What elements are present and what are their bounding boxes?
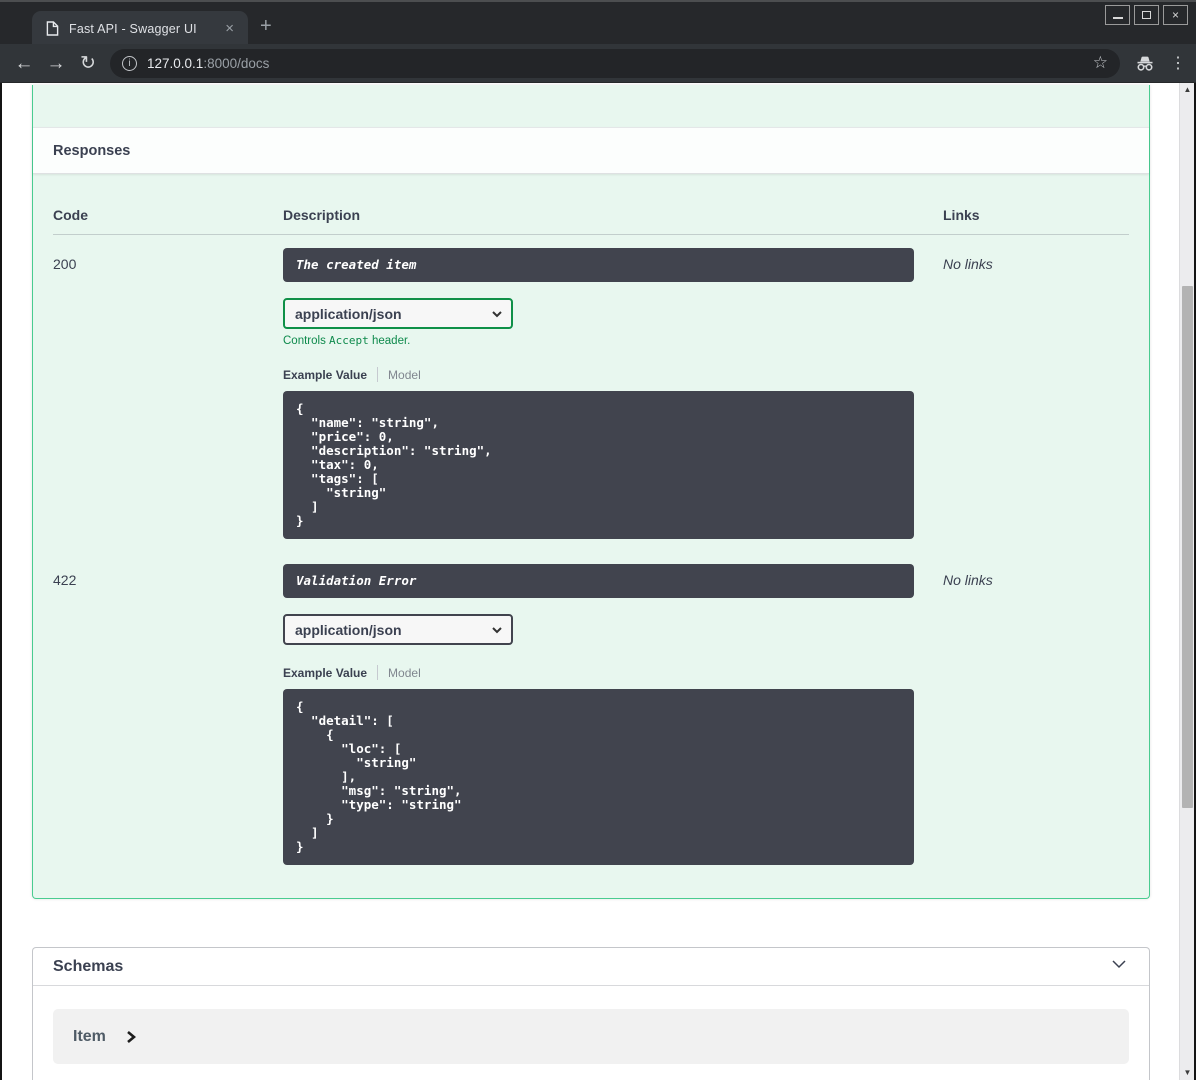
- responses-title: Responses: [53, 142, 131, 159]
- column-header-description: Description: [283, 207, 361, 223]
- response-row-422: 422 Validation Error application/json Ex…: [53, 551, 1129, 877]
- response-links: No links: [943, 572, 993, 588]
- opblock-post: Responses Code Description Links 200 The…: [32, 85, 1150, 899]
- response-description: The created item: [283, 248, 914, 282]
- page-favicon-icon: [46, 21, 59, 36]
- swagger-page: Responses Code Description Links 200 The…: [2, 83, 1194, 1080]
- url-path: :8000/docs: [203, 55, 270, 71]
- close-icon: ×: [1171, 8, 1179, 22]
- tabs-divider: [377, 367, 379, 382]
- example-json-422: { "detail": [ { "loc": [ "string" ], "ms…: [283, 689, 914, 865]
- address-bar[interactable]: i 127.0.0.1:8000/docs ☆: [110, 48, 1120, 78]
- media-type-select[interactable]: application/json: [283, 298, 513, 329]
- bookmark-star-icon[interactable]: ☆: [1091, 53, 1110, 73]
- response-description: Validation Error: [283, 564, 914, 598]
- scroll-down-icon[interactable]: ▼: [1180, 1066, 1194, 1080]
- response-links: No links: [943, 256, 993, 272]
- minimize-icon: [1112, 17, 1123, 19]
- tab-title: Fast API - Swagger UI: [69, 21, 197, 36]
- opblock-body-spacer: [33, 85, 1149, 127]
- url-text: 127.0.0.1:8000/docs: [147, 56, 1091, 71]
- site-info-icon[interactable]: i: [122, 55, 137, 71]
- responses-table: Code Description Links 200 The created i…: [33, 174, 1149, 898]
- responses-table-head: Code Description Links: [53, 194, 1129, 235]
- scrollbar-thumb[interactable]: [1182, 286, 1193, 808]
- tabs-divider: [377, 665, 379, 680]
- response-code: 422: [53, 572, 77, 588]
- scroll-up-icon[interactable]: ▲: [1180, 83, 1194, 97]
- schemas-header[interactable]: Schemas: [33, 948, 1149, 986]
- back-button[interactable]: ←: [8, 54, 40, 73]
- reload-button[interactable]: ↻: [72, 54, 104, 73]
- browser-tab[interactable]: Fast API - Swagger UI ×: [32, 11, 248, 46]
- page-scrollbar[interactable]: ▲ ▼: [1179, 83, 1194, 1080]
- tab-model[interactable]: Model: [388, 368, 421, 382]
- example-json-200: { "name": "string", "price": 0, "descrip…: [283, 391, 914, 539]
- response-code: 200: [53, 256, 77, 272]
- forward-button[interactable]: →: [40, 54, 72, 73]
- column-header-links: Links: [943, 207, 980, 223]
- tab-model[interactable]: Model: [388, 666, 421, 680]
- media-type-select[interactable]: application/json: [283, 614, 513, 645]
- schemas-title: Schemas: [53, 957, 124, 975]
- schemas-section: Schemas Item ValidationError: [32, 947, 1150, 1080]
- responses-section-header: Responses: [33, 127, 1149, 174]
- browser-tab-strip: Fast API - Swagger UI × + ×: [0, 0, 1196, 46]
- browser-toolbar: ← → ↻ i 127.0.0.1:8000/docs ☆ ⋮: [0, 44, 1196, 83]
- tab-example-value[interactable]: Example Value: [283, 666, 367, 680]
- chevron-down-icon[interactable]: [1109, 954, 1129, 979]
- window-minimize-button[interactable]: [1105, 5, 1130, 25]
- tab-close-icon[interactable]: ×: [221, 20, 238, 37]
- window-close-button[interactable]: ×: [1163, 5, 1188, 25]
- tab-example-value[interactable]: Example Value: [283, 368, 367, 382]
- url-host: 127.0.0.1: [147, 55, 204, 71]
- schemas-body: Item ValidationError: [33, 986, 1149, 1080]
- response-row-200: 200 The created item application/json Co…: [53, 235, 1129, 551]
- controls-accept-note: Controls Accept header.: [283, 334, 411, 347]
- chevron-right-icon: [127, 1030, 136, 1043]
- window-maximize-button[interactable]: [1134, 5, 1159, 25]
- model-name: Item: [73, 1027, 106, 1045]
- new-tab-button[interactable]: +: [260, 16, 272, 36]
- column-header-code: Code: [53, 207, 88, 223]
- browser-menu-icon[interactable]: ⋮: [1170, 53, 1186, 73]
- incognito-icon: [1134, 53, 1156, 73]
- model-item[interactable]: Item: [53, 1009, 1129, 1064]
- maximize-icon: [1142, 11, 1151, 19]
